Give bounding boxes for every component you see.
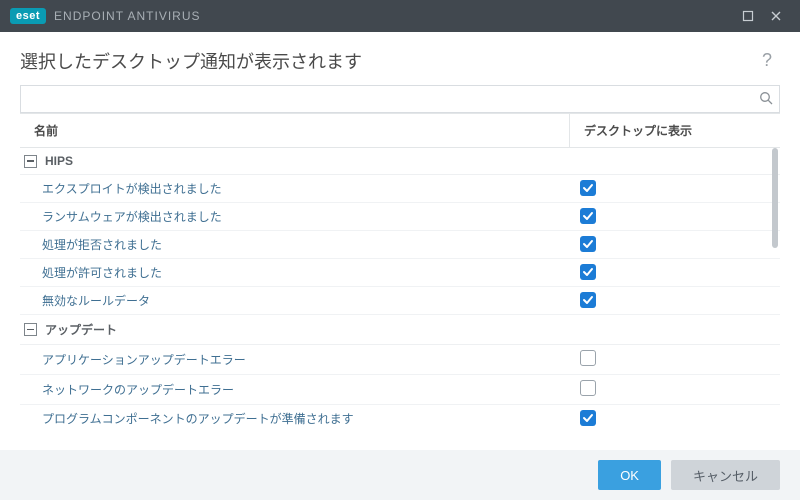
checkbox[interactable] xyxy=(580,236,596,252)
row-label: 処理が拒否されました xyxy=(42,236,566,253)
row-label: 無効なルールデータ xyxy=(42,292,566,309)
table-header: 名前 デスクトップに表示 xyxy=(20,113,780,148)
window-maximize-button[interactable] xyxy=(734,2,762,30)
table-row: プログラムコンポーネントのアップデートが準備されます xyxy=(20,405,780,426)
checkbox[interactable] xyxy=(580,292,596,308)
checkbox[interactable] xyxy=(580,350,596,366)
cancel-button[interactable]: キャンセル xyxy=(671,460,780,490)
scrollbar-thumb[interactable] xyxy=(772,148,778,248)
table-row: 処理が許可されました xyxy=(20,259,780,287)
table-row: 処理が拒否されました xyxy=(20,231,780,259)
group-head-update[interactable]: アップデート xyxy=(20,315,780,345)
row-label: ネットワークのアップデートエラー xyxy=(42,381,566,398)
group-label: HIPS xyxy=(45,154,73,168)
col-desktop: デスクトップに表示 xyxy=(570,114,780,147)
row-label: 処理が許可されました xyxy=(42,264,566,281)
help-button[interactable]: ? xyxy=(754,46,780,75)
table-scroll-area: HIPS エクスプロイトが検出されました ランサムウェアが検出されました 処理が… xyxy=(20,148,780,426)
row-label: アプリケーションアップデートエラー xyxy=(42,351,566,368)
checkbox[interactable] xyxy=(580,410,596,426)
collapse-icon[interactable] xyxy=(24,155,37,168)
row-label: ランサムウェアが検出されました xyxy=(42,208,566,225)
window-close-button[interactable] xyxy=(762,2,790,30)
checkbox[interactable] xyxy=(580,180,596,196)
group-label: アップデート xyxy=(45,321,117,338)
table-row: ネットワークのアップデートエラー xyxy=(20,375,780,405)
footer: OK キャンセル xyxy=(0,450,800,500)
page-title: 選択したデスクトップ通知が表示されます xyxy=(20,48,362,74)
collapse-icon[interactable] xyxy=(24,323,37,336)
app-name: ENDPOINT ANTIVIRUS xyxy=(54,9,200,23)
checkbox[interactable] xyxy=(580,264,596,280)
page-heading: 選択したデスクトップ通知が表示されます ? xyxy=(0,32,800,85)
col-name: 名前 xyxy=(20,114,570,147)
table-row: エクスプロイトが検出されました xyxy=(20,175,780,203)
checkbox[interactable] xyxy=(580,208,596,224)
table-row: ランサムウェアが検出されました xyxy=(20,203,780,231)
row-label: プログラムコンポーネントのアップデートが準備されます xyxy=(42,410,566,426)
titlebar: eset ENDPOINT ANTIVIRUS xyxy=(0,0,800,32)
search-box[interactable] xyxy=(20,85,780,113)
table-row: アプリケーションアップデートエラー xyxy=(20,345,780,375)
checkbox[interactable] xyxy=(580,380,596,396)
search-input[interactable] xyxy=(27,92,759,106)
search-icon[interactable] xyxy=(759,91,773,108)
ok-button[interactable]: OK xyxy=(598,460,661,490)
content-area: 名前 デスクトップに表示 HIPS エクスプロイトが検出されました ランサムウェ… xyxy=(0,85,800,426)
group-head-hips[interactable]: HIPS xyxy=(20,148,780,175)
brand-badge: eset xyxy=(10,8,46,24)
scrollbar[interactable] xyxy=(770,148,780,426)
table-row: 無効なルールデータ xyxy=(20,287,780,315)
row-label: エクスプロイトが検出されました xyxy=(42,180,566,197)
